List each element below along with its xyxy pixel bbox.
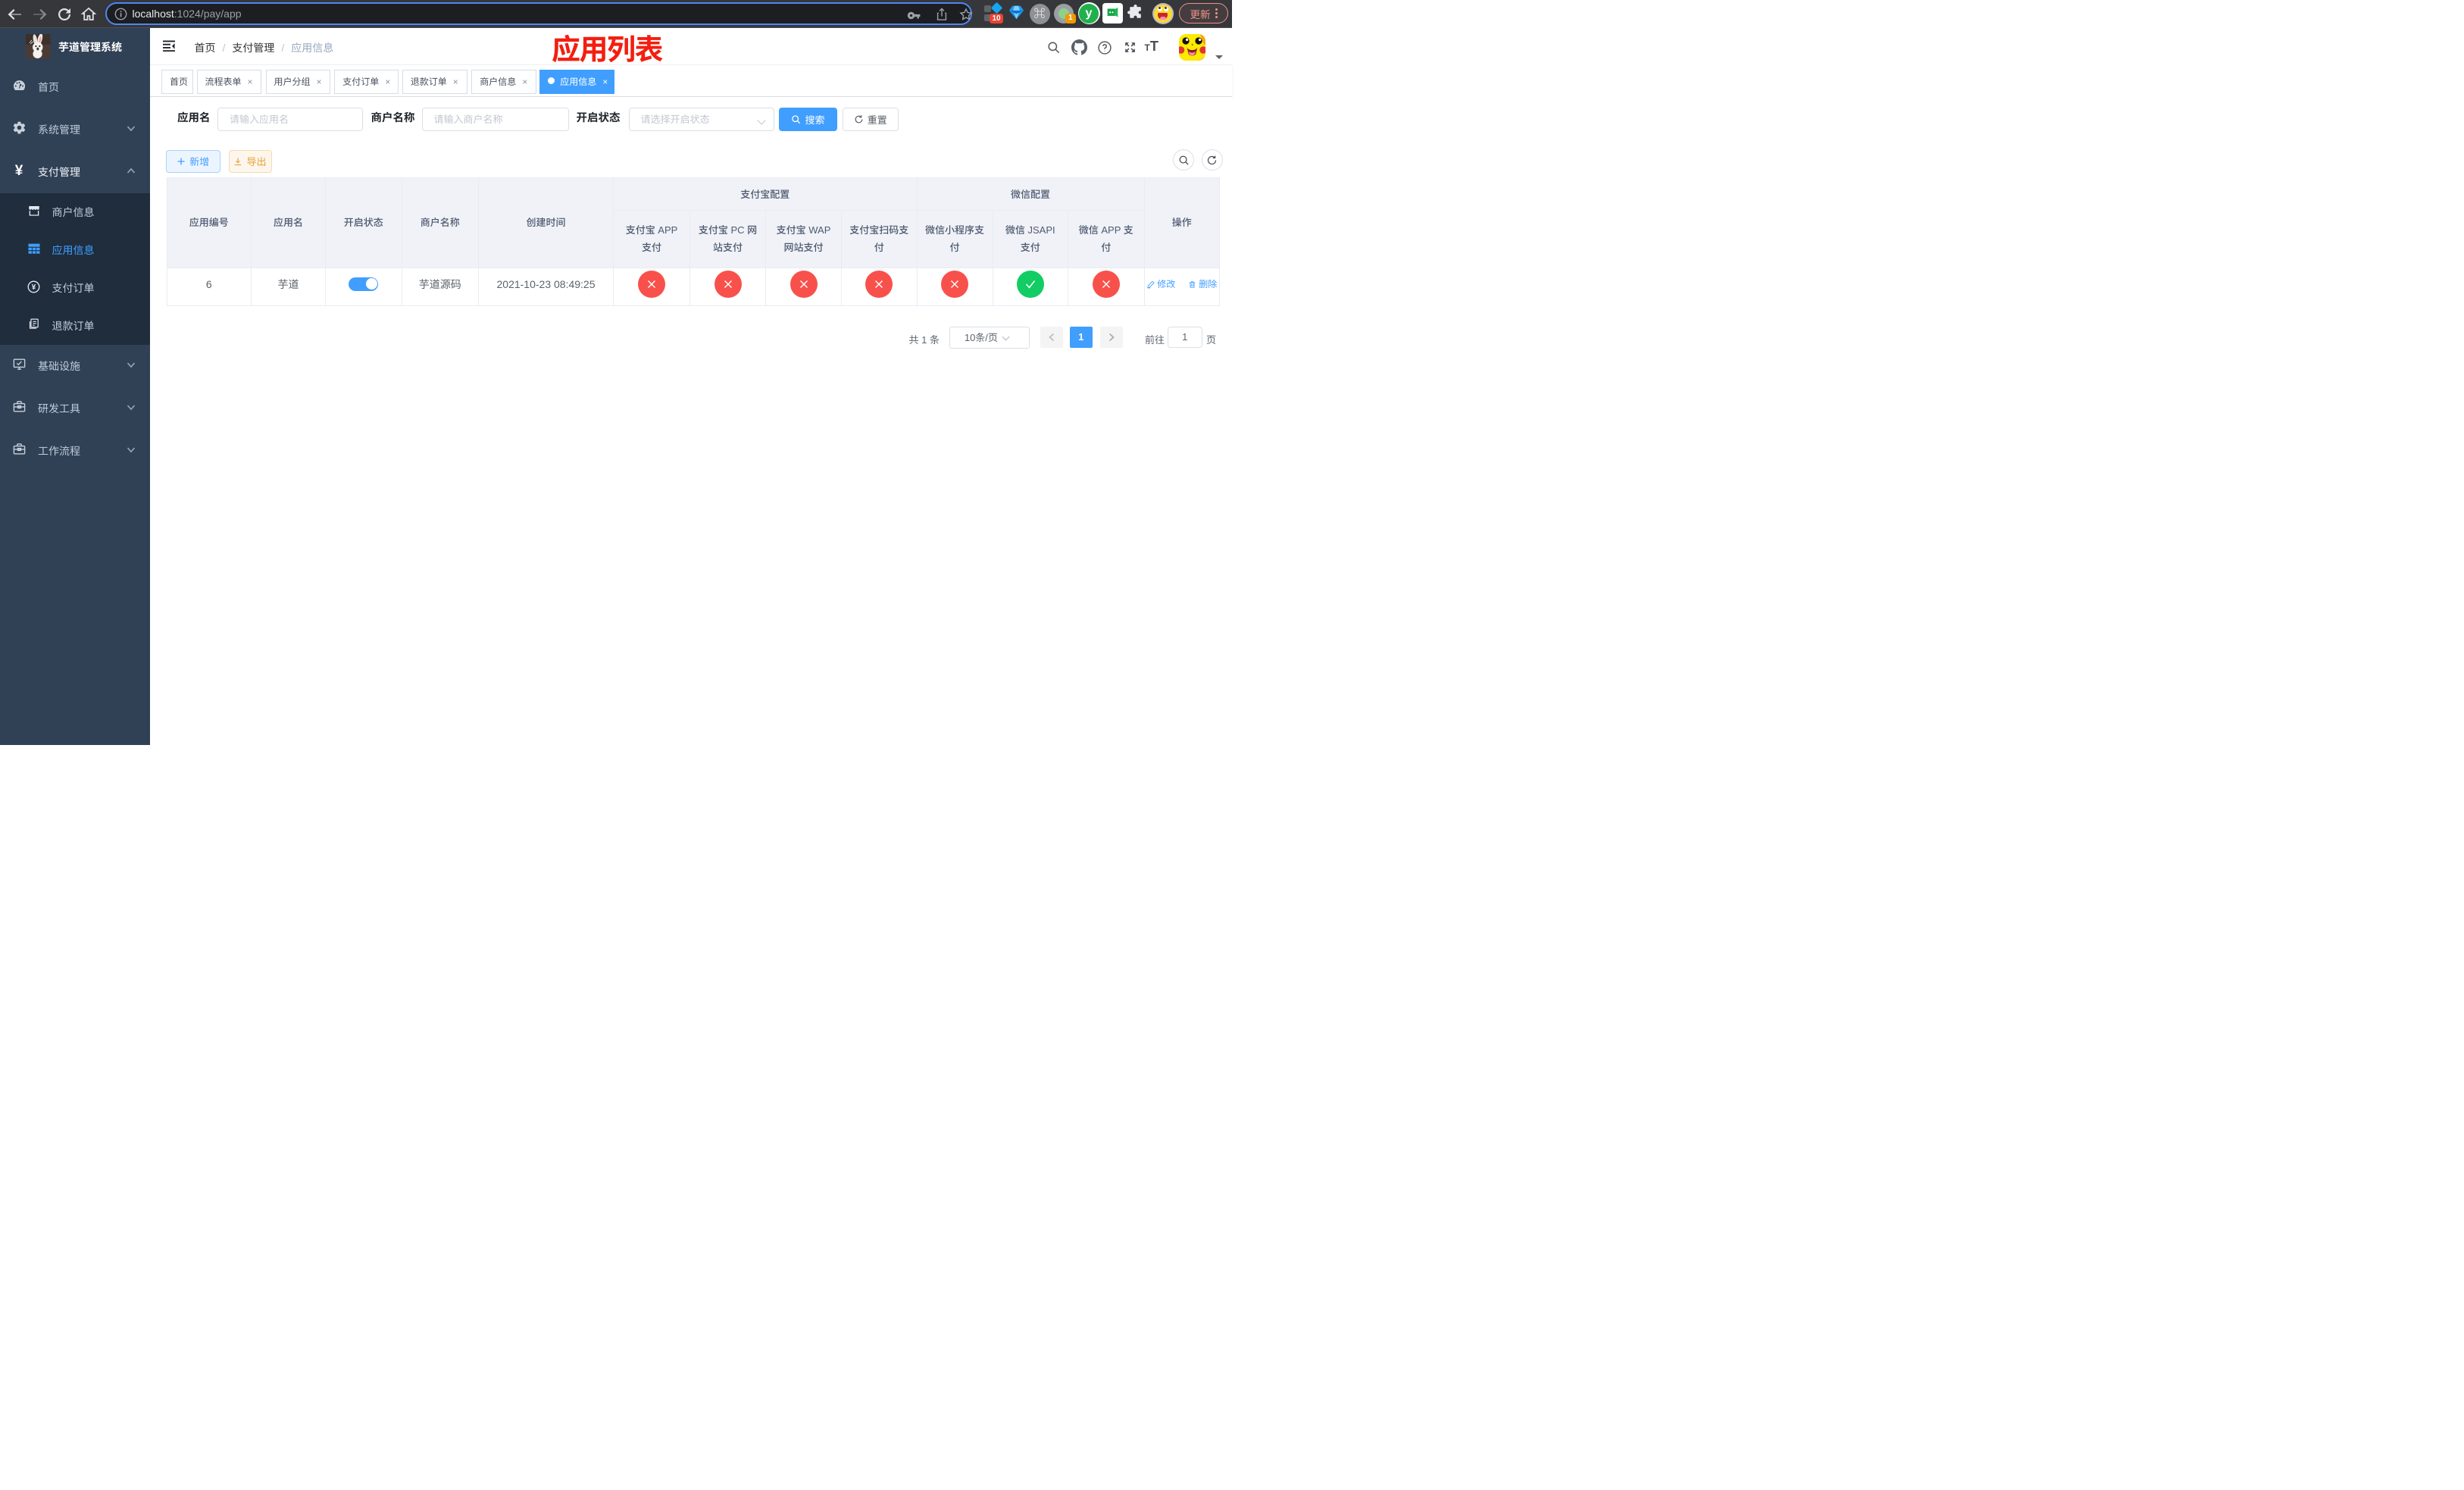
svg-text:¥: ¥ (32, 283, 36, 292)
